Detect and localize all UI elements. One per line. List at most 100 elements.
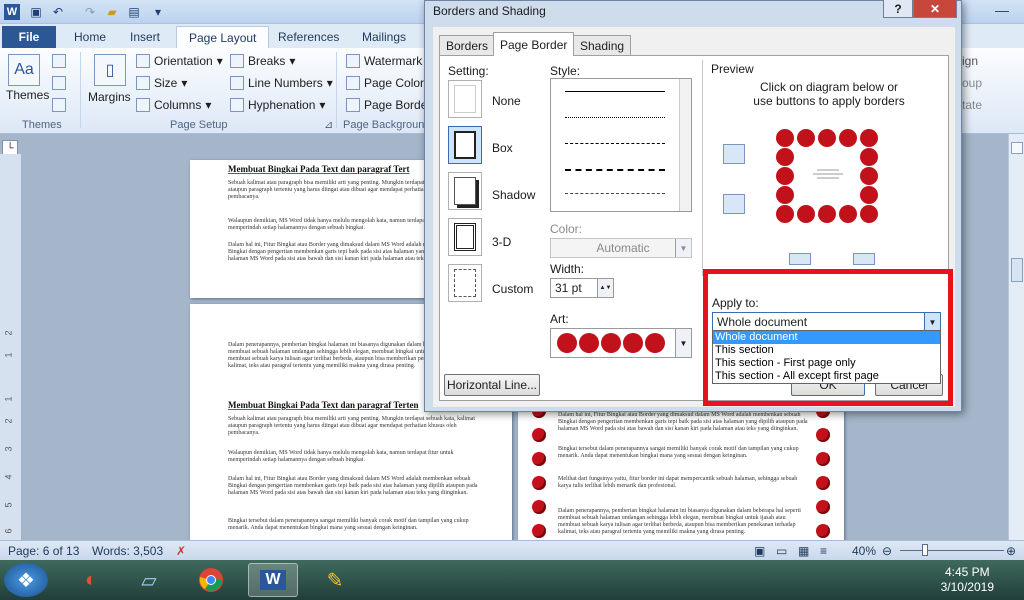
style-solid-line[interactable] — [565, 91, 665, 92]
zoom-out-icon[interactable]: ⊖ — [882, 544, 892, 558]
zoom-in-icon[interactable]: ⊕ — [1006, 544, 1016, 558]
hyphenation-icon — [230, 98, 244, 112]
start-orb-icon[interactable]: ❖ — [4, 563, 48, 597]
tab-home[interactable]: Home — [62, 26, 118, 48]
page-color-button[interactable]: Page Color — [346, 76, 424, 90]
redo-icon[interactable]: ↷ — [82, 4, 98, 20]
apply-option-all-except-first[interactable]: This section - All except first page — [713, 370, 940, 383]
web-layout-view-icon[interactable]: ▦ — [798, 544, 809, 558]
tab-page-border[interactable]: Page Border — [493, 32, 575, 56]
rotate-button-partial[interactable]: tate — [962, 98, 982, 112]
system-clock[interactable]: 4:45 PM 3/10/2019 — [941, 565, 994, 595]
ribbon-separator — [80, 52, 81, 128]
page-borders-label: Page Borde — [364, 98, 428, 112]
apply-to-value: Whole document — [717, 315, 808, 329]
tab-references[interactable]: References — [266, 26, 351, 48]
tab-borders[interactable]: Borders — [439, 35, 496, 55]
word-icon[interactable]: W — [4, 4, 20, 20]
customize-icon[interactable]: ▾ — [150, 4, 166, 20]
paint-icon[interactable]: ✎ — [310, 563, 360, 597]
art-border-apple — [532, 500, 546, 514]
page-count[interactable]: Page: 6 of 13 — [8, 544, 79, 558]
margins-button-label[interactable]: Margins — [88, 90, 131, 104]
art-border-apple — [816, 452, 830, 466]
style-list-scrollbar[interactable] — [679, 79, 691, 211]
setting-3d-button[interactable] — [448, 218, 482, 256]
apply-option-first-page-only[interactable]: This section - First page only — [713, 357, 940, 370]
style-long-dashed-line[interactable] — [565, 169, 665, 171]
tab-mailings[interactable]: Mailings — [350, 26, 418, 48]
theme-fonts-icon[interactable] — [52, 76, 66, 90]
style-dotted-line[interactable] — [565, 117, 665, 118]
apply-option-whole-document[interactable]: Whole document — [713, 331, 940, 344]
style-dashed-line[interactable] — [565, 143, 665, 144]
theme-effects-icon[interactable] — [52, 98, 66, 112]
hyphenation-button[interactable]: Hyphenation ▾ — [230, 98, 325, 112]
theme-colors-icon[interactable] — [52, 54, 66, 68]
apply-option-this-section[interactable]: This section — [713, 344, 940, 357]
chevron-down-icon[interactable]: ▼ — [924, 313, 940, 331]
vertical-scrollbar[interactable] — [1008, 134, 1024, 540]
document-page[interactable]: Membuat Bingkai Pada Text dan paragraf T… — [190, 160, 430, 298]
left-border-button[interactable] — [789, 253, 811, 265]
clock-date: 3/10/2019 — [940, 580, 994, 594]
setting-shadow-button[interactable] — [448, 172, 482, 210]
glass-folder-icon[interactable]: ▱ — [124, 563, 174, 597]
setting-custom-button[interactable] — [448, 264, 482, 302]
print-icon[interactable]: ▤ — [126, 4, 142, 20]
dialog-help-button[interactable]: ? — [883, 0, 913, 18]
bottom-border-button[interactable] — [723, 194, 745, 214]
columns-button[interactable]: Columns ▾ — [136, 98, 211, 112]
border-preview-diagram[interactable] — [773, 126, 881, 226]
setting-none-button[interactable] — [448, 80, 482, 118]
word-count[interactable]: Words: 3,503 — [92, 544, 163, 558]
color-dropdown[interactable]: Automatic ▼ — [550, 238, 692, 258]
full-screen-view-icon[interactable]: ▭ — [776, 544, 787, 558]
width-spinner-icon[interactable]: ▲▼ — [597, 279, 613, 297]
apply-to-options-list[interactable]: Whole document This section This section… — [712, 330, 941, 384]
align-button-partial[interactable]: ign — [962, 54, 978, 68]
watermark-button[interactable]: Watermark — [346, 54, 422, 68]
zoom-level[interactable]: 40% — [852, 544, 876, 558]
draft-view-icon[interactable]: ≡ — [820, 544, 827, 558]
word-taskbar-icon[interactable]: W — [248, 563, 298, 597]
line-numbers-button[interactable]: Line Numbers ▾ — [230, 76, 333, 90]
tab-insert[interactable]: Insert — [118, 26, 172, 48]
ruler-toggle-icon[interactable] — [1011, 142, 1023, 154]
undo-icon[interactable]: ↶ — [50, 4, 66, 20]
horizontal-line-button[interactable]: Horizontal Line... — [444, 374, 540, 396]
breaks-button[interactable]: Breaks ▾ — [230, 54, 295, 68]
setting-box-button[interactable] — [448, 126, 482, 164]
zoom-slider-thumb[interactable] — [922, 544, 928, 556]
vertical-ruler: 2 1 1 2 3 4 5 6 — [0, 154, 22, 540]
page-paragraph: Bingkai tersebut dalam penerapannya sang… — [558, 446, 799, 459]
print-layout-view-icon[interactable]: ▣ — [754, 544, 765, 558]
tab-file[interactable]: File — [2, 26, 56, 48]
themes-button-label[interactable]: Themes — [6, 88, 49, 102]
chrome-icon[interactable] — [186, 563, 236, 597]
proofing-icon[interactable]: ✗ — [176, 544, 186, 558]
style-list[interactable] — [550, 78, 692, 212]
apply-to-dropdown[interactable]: Whole document ▼ — [712, 312, 941, 332]
margins-icon[interactable]: ▯ — [94, 54, 126, 86]
save-icon[interactable]: ▣ — [28, 4, 44, 20]
dialog-close-button[interactable]: ✕ — [913, 0, 957, 18]
art-dropdown[interactable]: ▼ — [550, 328, 692, 358]
page-borders-button[interactable]: Page Borde — [346, 98, 427, 112]
tab-shading[interactable]: Shading — [573, 35, 632, 55]
open-icon[interactable]: ▰ — [104, 4, 120, 20]
page-setup-dialog-launcher-icon[interactable]: ⊿ — [324, 118, 333, 131]
orientation-button[interactable]: Orientation ▾ — [136, 54, 223, 68]
zoom-slider[interactable] — [900, 550, 1004, 551]
window-minimize-button[interactable]: — — [990, 0, 1014, 20]
tab-page-layout[interactable]: Page Layout — [176, 26, 270, 48]
right-border-button[interactable] — [853, 253, 875, 265]
group-button-partial[interactable]: oup — [962, 76, 982, 90]
width-field[interactable]: 31 pt ▲▼ — [550, 278, 614, 298]
themes-icon[interactable]: Aa — [8, 54, 40, 86]
style-dash-dot-line[interactable] — [565, 193, 665, 194]
top-border-button[interactable] — [723, 144, 745, 164]
scrollbar-thumb[interactable] — [1011, 258, 1023, 282]
size-button[interactable]: Size ▾ — [136, 76, 187, 90]
ccleaner-icon[interactable]: ◐ — [66, 563, 116, 597]
